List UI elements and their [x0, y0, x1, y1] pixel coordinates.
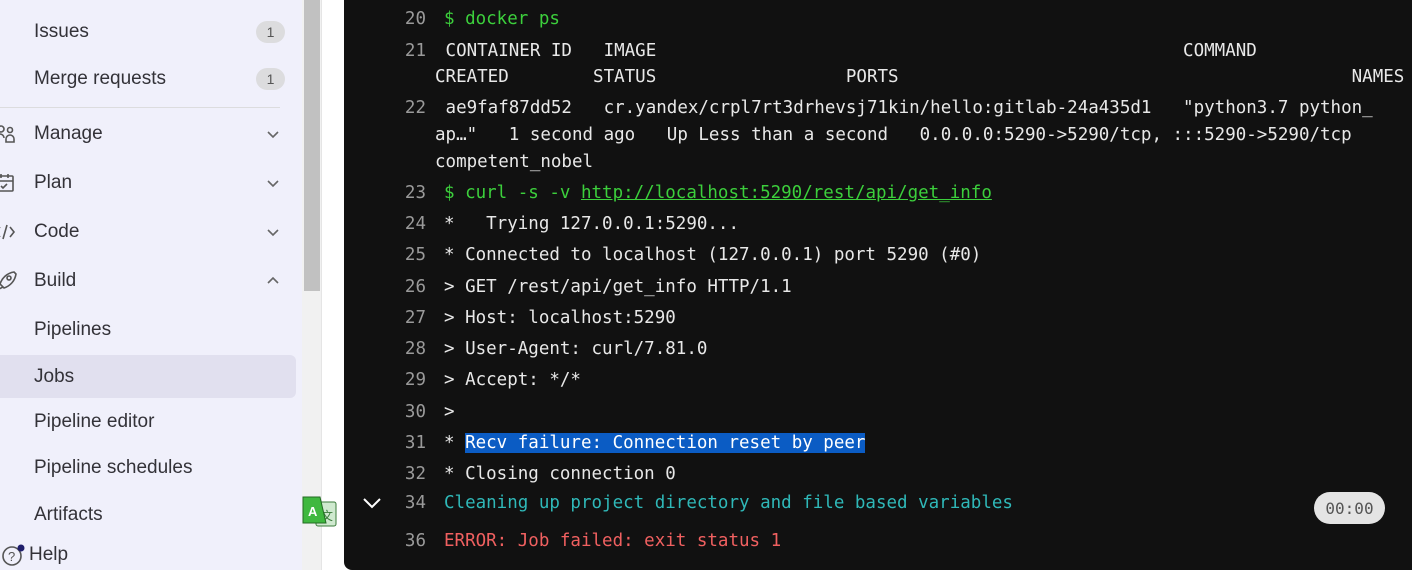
label: Merge requests: [34, 68, 167, 89]
log-line: > Host: localhost:5290: [444, 308, 676, 328]
log-line: $ curl -s -v http://localhost:5290/rest/…: [444, 183, 992, 203]
log-line: * Recv failure: Connection reset by peer: [444, 433, 866, 453]
svg-text:A: A: [308, 504, 318, 519]
log-line: CONTAINER ID IMAGE COMMAND: [435, 41, 1257, 61]
log-line: >: [444, 402, 455, 422]
sidebar-item-issues[interactable]: Issues 1: [0, 11, 296, 53]
log-line: ae9faf87dd52 cr.yandex/crpl7rt3drhevsj71…: [435, 98, 1373, 118]
line-number[interactable]: 23: [344, 183, 426, 203]
label: Pipeline editor: [34, 411, 155, 432]
label: Code: [34, 221, 80, 242]
line-number[interactable]: 31: [344, 433, 426, 453]
line-number[interactable]: 20: [344, 9, 426, 29]
line-number[interactable]: 32: [344, 464, 426, 484]
log-line-wrap: competent_nobel: [435, 152, 594, 172]
translate-icon[interactable]: 文A: [302, 496, 337, 530]
sidebar-item-plan[interactable]: Plan: [0, 162, 296, 204]
help-icon: ?: [2, 544, 25, 566]
sidebar-item-pipeline-editor[interactable]: Pipeline editor: [0, 401, 296, 443]
sidebar-item-artifacts[interactable]: Artifacts: [0, 494, 296, 536]
line-number[interactable]: 28: [344, 339, 426, 359]
duration-badge: 00:00: [1314, 492, 1385, 524]
rocket-icon: [0, 271, 17, 290]
job-log: 20 $ docker ps 21 CONTAINER ID IMAGE COM…: [344, 0, 1412, 570]
log-line: * Trying 127.0.0.1:5290...: [444, 214, 740, 234]
line-number[interactable]: 30: [344, 402, 426, 422]
log-line: > User-Agent: curl/7.81.0: [444, 339, 708, 359]
chevron-down-icon: [267, 180, 279, 188]
code-icon: [0, 224, 16, 240]
count-badge: 1: [256, 21, 285, 43]
label: Pipelines: [34, 319, 112, 340]
log-line-wrap: ap…" 1 second ago Up Less than a second …: [435, 125, 1352, 145]
log-line-wrap: CREATED STATUS PORTS NAMES: [435, 67, 1405, 87]
calendar-icon: [0, 174, 14, 192]
line-number[interactable]: 25: [344, 245, 426, 265]
line-number[interactable]: 26: [344, 277, 426, 297]
scrollbar-thumb[interactable]: [304, 0, 320, 291]
svg-text:?: ?: [8, 549, 15, 564]
log-line: $ docker ps: [444, 9, 560, 29]
sidebar-scrollbar[interactable]: [302, 0, 322, 570]
label: Plan: [34, 172, 73, 193]
label: Artifacts: [34, 504, 103, 525]
line-number[interactable]: 36: [344, 531, 426, 551]
url-link[interactable]: http://localhost:5290/rest/api/get_info: [581, 183, 992, 203]
chevron-down-icon: [267, 229, 279, 237]
line-number[interactable]: 21: [344, 41, 426, 61]
line-number[interactable]: 29: [344, 370, 426, 390]
sidebar-item-build[interactable]: Build: [0, 260, 296, 302]
section-header[interactable]: Cleaning up project directory and file b…: [444, 493, 1013, 513]
sidebar-item-merge-requests[interactable]: Merge requests 1: [0, 58, 296, 100]
line-number[interactable]: 24: [344, 214, 426, 234]
line-number[interactable]: 34: [344, 493, 426, 513]
sidebar-item-manage[interactable]: Manage: [0, 113, 296, 155]
sidebar-item-code[interactable]: Code: [0, 211, 296, 253]
sidebar-item-pipelines[interactable]: Pipelines: [0, 309, 296, 351]
label: Jobs: [34, 365, 75, 387]
error-line: ERROR: Job failed: exit status 1: [444, 531, 782, 551]
label: Pipeline schedules: [34, 457, 193, 478]
help-label: Help: [29, 544, 69, 565]
label: Build: [34, 270, 77, 291]
selected-text[interactable]: Recv failure: Connection reset by peer: [465, 433, 866, 453]
log-line: > GET /rest/api/get_info HTTP/1.1: [444, 277, 792, 297]
log-line: * Closing connection 0: [444, 464, 676, 484]
chevron-down-icon: [267, 131, 279, 139]
label: Issues: [34, 21, 89, 42]
sidebar-item-jobs[interactable]: Jobs: [0, 355, 296, 398]
label: Manage: [34, 123, 103, 144]
count-badge: 1: [256, 68, 285, 90]
prefix: *: [444, 433, 466, 453]
chevron-up-icon: [267, 276, 279, 284]
sidebar: Issues 1 Merge requests 1 Manage Plan Code…: [0, 0, 302, 570]
sidebar-item-pipeline-schedules[interactable]: Pipeline schedules: [0, 447, 296, 489]
log-line: * Connected to localhost (127.0.0.1) por…: [444, 245, 982, 265]
line-number[interactable]: 27: [344, 308, 426, 328]
command-text: $ curl -s -v: [444, 183, 581, 203]
divider: [0, 107, 280, 108]
log-line: > Accept: */*: [444, 370, 581, 390]
line-number[interactable]: 22: [344, 98, 426, 118]
users-icon: [0, 125, 15, 143]
